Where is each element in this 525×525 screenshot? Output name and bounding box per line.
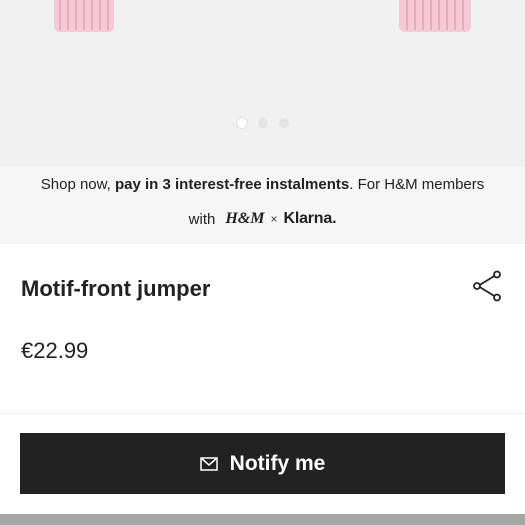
share-icon [473, 270, 501, 302]
carousel-dot-1[interactable] [236, 118, 247, 128]
klarna-suffix: . For H&M members [349, 176, 485, 193]
carousel-pagination [0, 118, 525, 128]
product-price: €22.99 [21, 338, 89, 363]
klarna-with: with [188, 210, 216, 228]
share-button[interactable] [471, 270, 503, 302]
klarna-partner-line: with H&M × Klarna. [0, 210, 525, 228]
product-title: Motif-front jumper [21, 276, 211, 301]
bottom-bar [0, 514, 525, 525]
product-image-sleeve-left [54, 0, 114, 32]
envelope-icon [199, 456, 218, 471]
section-divider [0, 413, 525, 414]
product-page: Shop now, pay in 3 interest-free instalm… [0, 0, 525, 525]
notify-me-button[interactable]: Notify me [20, 433, 505, 494]
klarna-logo: Klarna. [283, 210, 337, 227]
product-image-carousel[interactable] [0, 0, 525, 166]
klarna-offer: pay in 3 interest-free instalments [114, 176, 350, 193]
hm-logo: H&M [225, 210, 265, 227]
klarna-message: Shop now, pay in 3 interest-free instalm… [0, 176, 525, 193]
product-image-sleeve-right [399, 0, 471, 32]
klarna-banner[interactable]: Shop now, pay in 3 interest-free instalm… [0, 166, 525, 244]
carousel-dot-3[interactable] [278, 118, 289, 128]
carousel-dot-2[interactable] [257, 118, 268, 128]
notify-me-label: Notify me [229, 451, 326, 475]
times-sign: × [270, 212, 278, 226]
klarna-prefix: Shop now, [40, 176, 111, 193]
